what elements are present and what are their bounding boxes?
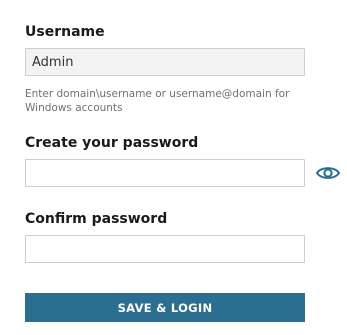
- username-label: Username: [25, 24, 105, 40]
- username-hint: Enter domain\username or username@domain…: [25, 88, 290, 114]
- create-password-field[interactable]: [25, 159, 305, 187]
- save-login-button[interactable]: SAVE & LOGIN: [25, 293, 305, 322]
- username-field[interactable]: [25, 48, 305, 76]
- login-setup-form: Username Enter domain\username or userna…: [0, 0, 347, 335]
- create-password-label: Create your password: [25, 135, 199, 151]
- confirm-password-label: Confirm password: [25, 211, 168, 227]
- eye-icon[interactable]: [315, 164, 341, 182]
- confirm-password-field[interactable]: [25, 235, 305, 263]
